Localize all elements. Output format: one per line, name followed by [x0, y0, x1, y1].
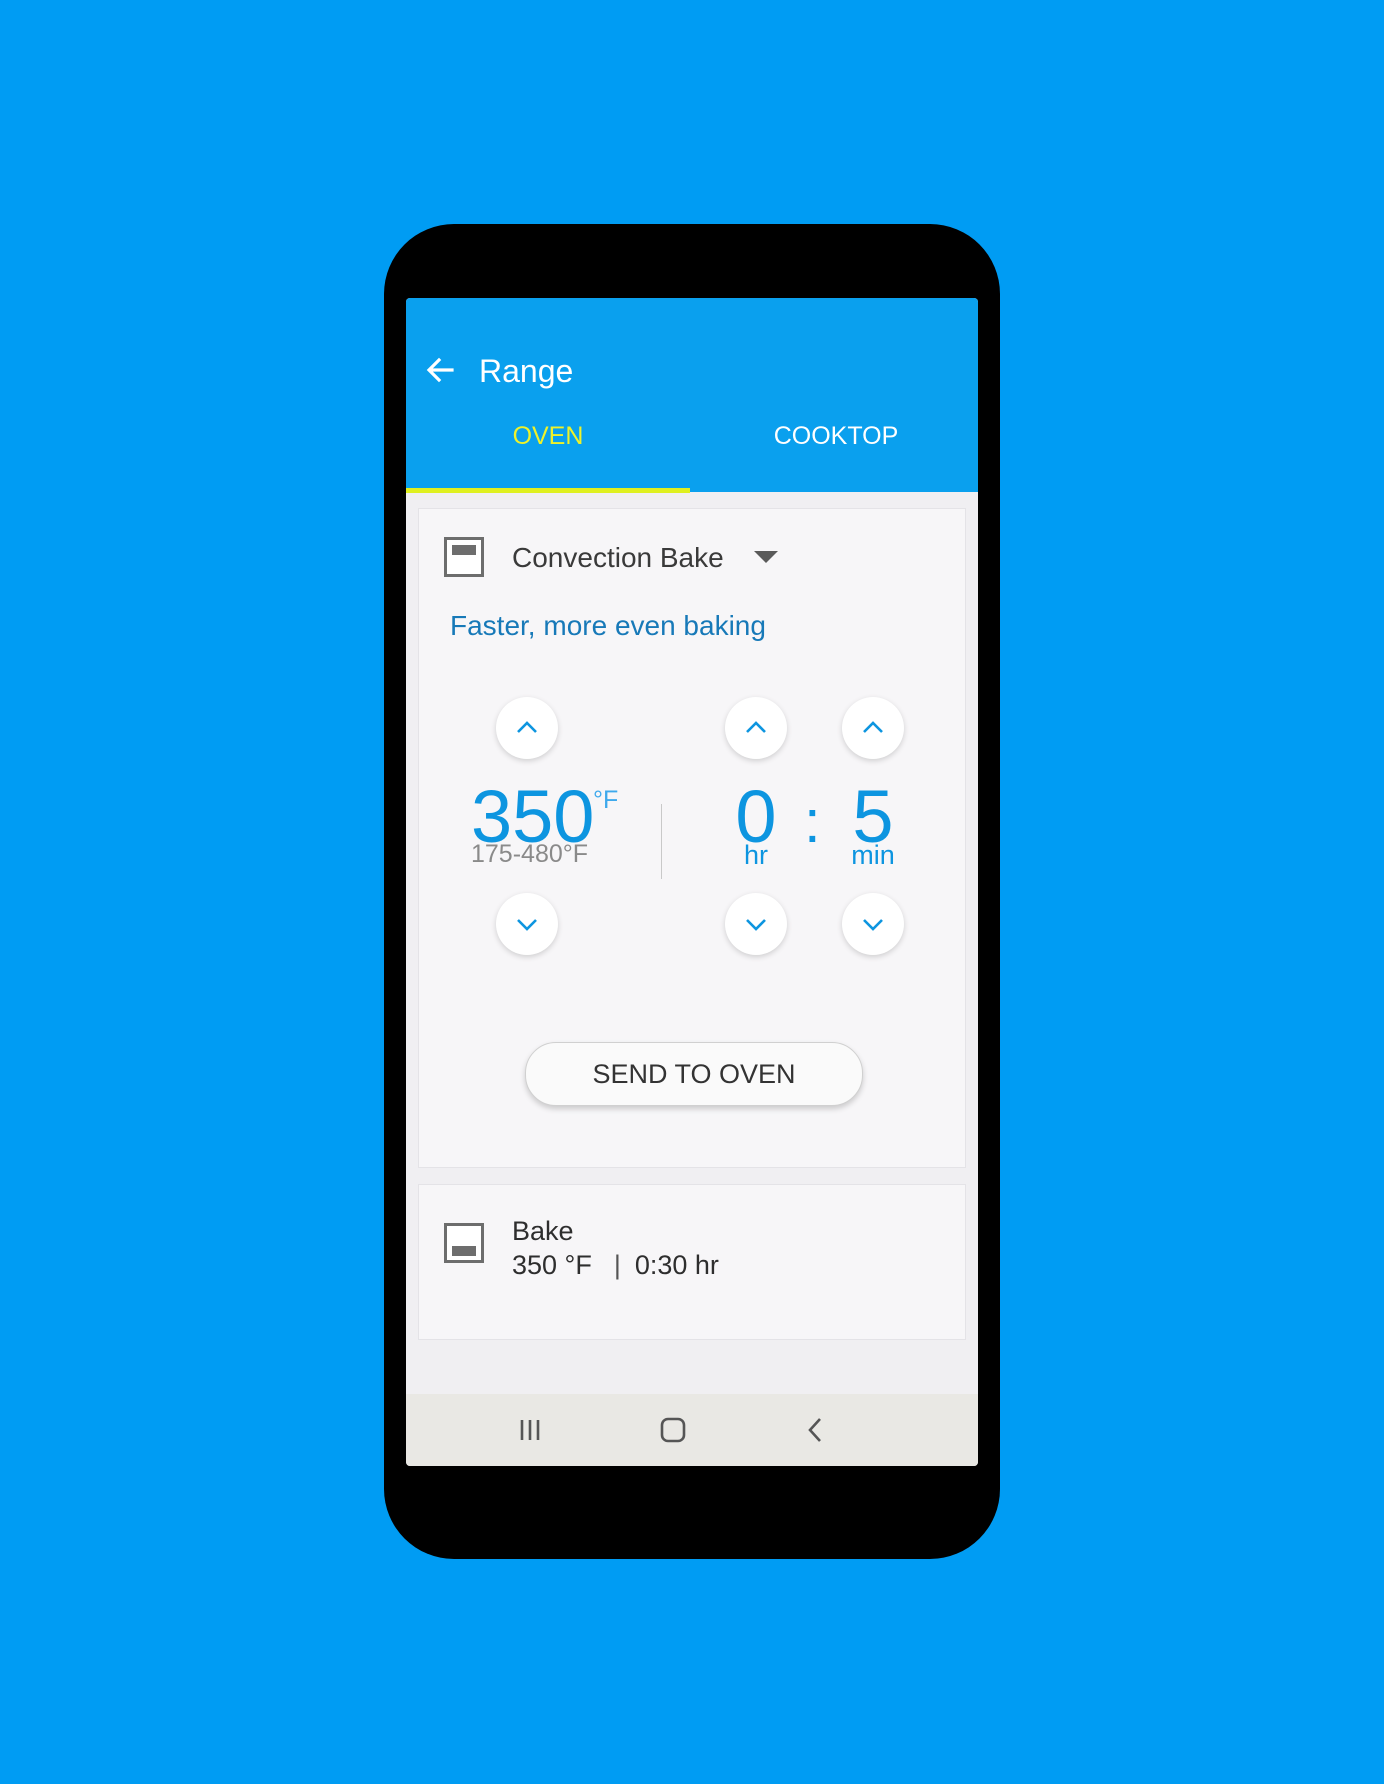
recent-cook-details: 350 °F | 0:30 hr: [512, 1249, 719, 1281]
chevron-down-icon: [746, 919, 766, 931]
oven-settings-card: Convection Bake Faster, more even baking…: [418, 508, 966, 1168]
hours-unit: hr: [743, 840, 768, 870]
tab-oven[interactable]: OVEN: [406, 416, 690, 492]
tab-cooktop[interactable]: COOKTOP: [694, 416, 978, 492]
app-screen: Range OVEN COOKTOP Convection Bake Faste…: [406, 298, 978, 1466]
system-nav-bar: [406, 1394, 978, 1466]
recent-cook-duration: 0:30 hr: [634, 1250, 719, 1280]
chevron-up-icon: [746, 721, 766, 733]
detail-separator: |: [613, 1250, 621, 1280]
time-separator: :: [804, 788, 821, 855]
hours-up-button[interactable]: [725, 697, 787, 759]
chevron-down-icon[interactable]: [754, 551, 778, 563]
recent-cook-mode: Bake: [512, 1216, 574, 1246]
minutes-down-button[interactable]: [842, 893, 904, 955]
chevron-up-icon: [517, 721, 537, 733]
temperature-up-button[interactable]: [496, 697, 558, 759]
recent-cook-temperature: 350 °F: [512, 1250, 592, 1280]
recent-cook-card[interactable]: Bake 350 °F | 0:30 hr: [418, 1184, 966, 1340]
temperature-unit: °F: [593, 786, 619, 814]
send-to-oven-button[interactable]: SEND TO OVEN: [525, 1042, 863, 1106]
back-arrow-icon[interactable]: [422, 352, 458, 388]
page-title: Range: [479, 353, 574, 389]
hours-down-button[interactable]: [725, 893, 787, 955]
app-bar: Range OVEN COOKTOP: [406, 298, 978, 493]
active-tab-indicator: [406, 488, 690, 493]
cook-mode-select[interactable]: Convection Bake: [512, 541, 724, 575]
divider: [661, 804, 662, 879]
back-nav-icon[interactable]: [800, 1414, 832, 1446]
temperature-range: 175-480°F: [471, 840, 589, 868]
chevron-down-icon: [517, 919, 537, 931]
minutes-unit: min: [851, 840, 895, 870]
cook-mode-description: Faster, more even baking: [450, 610, 766, 641]
oven-top-element-icon: [444, 537, 484, 577]
phone-frame: Range OVEN COOKTOP Convection Bake Faste…: [384, 224, 1000, 1559]
chevron-up-icon: [863, 721, 883, 733]
oven-bottom-element-icon: [444, 1223, 484, 1263]
home-icon[interactable]: [657, 1414, 689, 1446]
temperature-down-button[interactable]: [496, 893, 558, 955]
chevron-down-icon: [863, 919, 883, 931]
recent-apps-icon[interactable]: [514, 1414, 546, 1446]
minutes-up-button[interactable]: [842, 697, 904, 759]
